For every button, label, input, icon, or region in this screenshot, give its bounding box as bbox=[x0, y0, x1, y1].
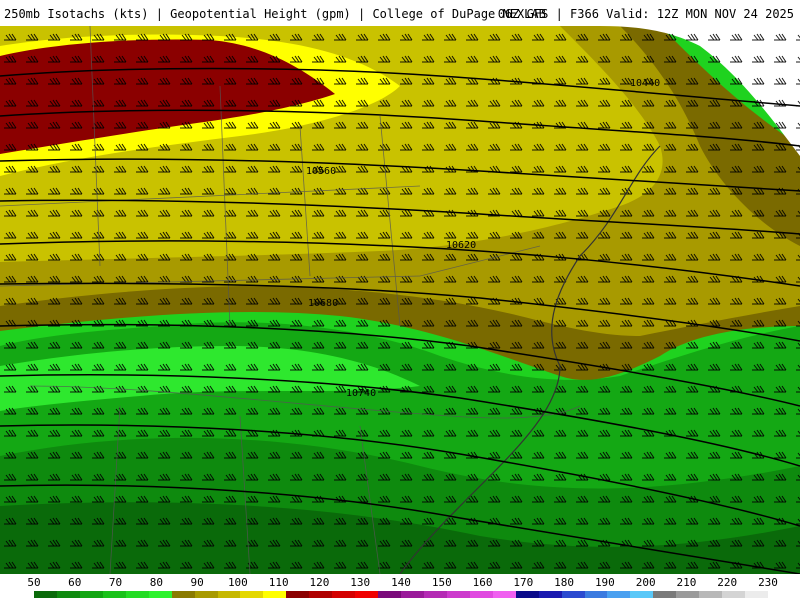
colorbar-swatch bbox=[56, 591, 80, 598]
colorbar-label: 190 bbox=[594, 576, 615, 589]
colorbar-label: 140 bbox=[391, 576, 411, 589]
colorbar-swatch bbox=[630, 591, 654, 598]
colorbar-label: 150 bbox=[431, 576, 452, 589]
colorbar-swatch bbox=[745, 591, 769, 598]
contour-label-10680: 10680 bbox=[308, 298, 338, 309]
colorbar-label: 200 bbox=[635, 576, 656, 589]
colorbar-swatch bbox=[492, 591, 516, 598]
colorbar-label: 60 bbox=[68, 576, 82, 589]
colorbar-label: 90 bbox=[190, 576, 204, 589]
colorbar-label: 180 bbox=[554, 576, 575, 589]
colorbar-swatch bbox=[355, 591, 379, 598]
colorbar-label: 50 bbox=[27, 576, 41, 589]
colorbar-swatch bbox=[171, 591, 195, 598]
colorbar-swatch bbox=[79, 591, 103, 598]
colorbar-swatch bbox=[653, 591, 677, 598]
colorbar-swatch bbox=[699, 591, 723, 598]
colorbar-label: 220 bbox=[717, 576, 738, 589]
colorbar-swatch bbox=[286, 591, 310, 598]
colorbar-swatch bbox=[676, 591, 700, 598]
isotach-colorbar: 50 60 70 80 90 100 110 120 130 140 150 160 170 180 190… bbox=[0, 574, 800, 600]
contour-label-10440: 10440 bbox=[630, 78, 660, 89]
colorbar-swatch bbox=[722, 591, 746, 598]
colorbar-label: 170 bbox=[513, 576, 534, 589]
colorbar-label: 80 bbox=[149, 576, 163, 589]
wind-barbs bbox=[0, 26, 800, 574]
colorbar-swatch bbox=[561, 591, 585, 598]
colorbar-swatch bbox=[217, 591, 241, 598]
contour-label-10740: 10740 bbox=[346, 388, 376, 399]
colorbar-swatch bbox=[309, 591, 333, 598]
colorbar-swatch bbox=[515, 591, 539, 598]
contour-label-10560: 10560 bbox=[306, 166, 336, 177]
colorbar-swatch bbox=[538, 591, 562, 598]
colorbar-swatch bbox=[378, 591, 402, 598]
map-header: 250mb Isotachs (kts) | Geopotential Heig… bbox=[0, 0, 800, 26]
weather-map: 10440 10560 10620 10680 10740 bbox=[0, 26, 800, 574]
colorbar-swatch bbox=[423, 591, 447, 598]
colorbar-swatch bbox=[584, 591, 608, 598]
colorbar-swatch bbox=[446, 591, 470, 598]
colorbar-label: 210 bbox=[676, 576, 697, 589]
colorbar-swatch bbox=[34, 591, 57, 598]
colorbar-swatch bbox=[125, 591, 149, 598]
colorbar-swatch bbox=[607, 591, 631, 598]
colorbar-label: 100 bbox=[227, 576, 248, 589]
colorbar-swatch bbox=[332, 591, 356, 598]
contour-label-10620: 10620 bbox=[446, 240, 476, 251]
colorbar-label: 120 bbox=[309, 576, 330, 589]
colorbar-label: 70 bbox=[108, 576, 123, 589]
colorbar-swatch bbox=[263, 591, 287, 598]
colorbar-swatch bbox=[469, 591, 493, 598]
colorbar-label: 110 bbox=[268, 576, 289, 589]
colorbar-label: 230 bbox=[758, 576, 778, 589]
colorbar-label: 160 bbox=[472, 576, 493, 589]
colorbar-swatch bbox=[102, 591, 126, 598]
colorbar-swatch bbox=[194, 591, 218, 598]
colorbar-swatch bbox=[240, 591, 264, 598]
product-title: 250mb Isotachs (kts) | Geopotential Heig… bbox=[4, 7, 546, 21]
colorbar-swatch bbox=[401, 591, 424, 598]
colorbar-swatch bbox=[148, 591, 172, 598]
colorbar-label: 130 bbox=[350, 576, 371, 589]
model-run-info: 06Z GFS | F366 Valid: 12Z MON NOV 24 202… bbox=[497, 7, 794, 21]
